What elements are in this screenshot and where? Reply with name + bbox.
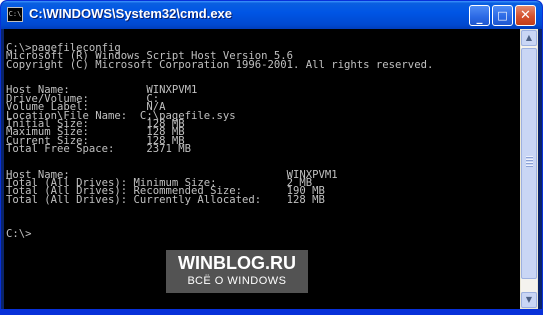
console-text: C:\>pagefileconfig Microsoft (R) Windows … [4, 29, 520, 240]
vertical-scrollbar[interactable]: ▲ ▼ [520, 29, 538, 309]
scroll-down-button[interactable]: ▼ [521, 292, 537, 308]
console-line: Total (All Drives): Currently Allocated:… [6, 193, 325, 206]
thumb-grip-line [526, 162, 533, 164]
window-title: C:\WINDOWS\System32\cmd.exe [29, 6, 233, 21]
scroll-up-button[interactable]: ▲ [521, 30, 537, 46]
scroll-thumb[interactable] [521, 48, 537, 279]
window-bottom-border [1, 309, 542, 314]
watermark-subtitle: ВСЁ О WINDOWS [187, 275, 287, 287]
close-button[interactable]: ✕ [515, 5, 536, 26]
minimize-button[interactable]: _ [469, 5, 490, 26]
console-line: Total Free Space: 2371 MB [6, 143, 191, 156]
watermark-title: WINBLOG.RU [178, 253, 296, 273]
watermark: WINBLOG.RU ВСЁ О WINDOWS [166, 250, 308, 293]
title-bar[interactable]: C:\ C:\WINDOWS\System32\cmd.exe _ □ ✕ [1, 1, 542, 29]
maximize-button[interactable]: □ [492, 5, 513, 26]
thumb-grip-line [526, 156, 533, 158]
console-line: Copyright (C) Microsoft Corporation 1996… [6, 58, 434, 71]
thumb-grip-line [526, 159, 533, 161]
cmd-icon[interactable]: C:\ [7, 7, 23, 22]
command-prompt: C:\> [6, 227, 32, 240]
thumb-grip-line [526, 165, 533, 167]
